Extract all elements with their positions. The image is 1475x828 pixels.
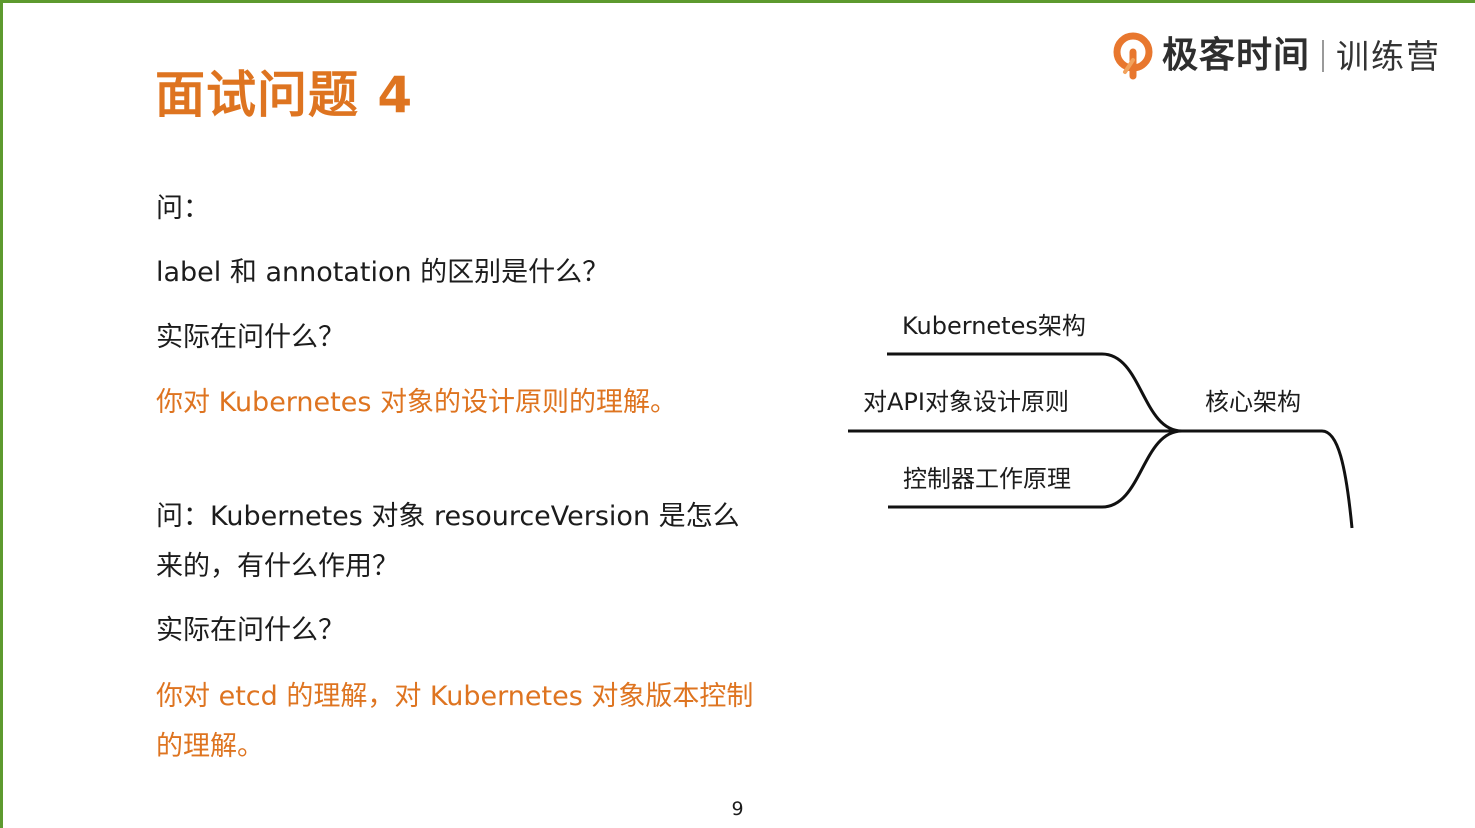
question-1-answer: 你对 Kubernetes 对象的设计原则的理解。 bbox=[156, 387, 678, 418]
branch-controller-principle: 控制器工作原理 bbox=[903, 465, 1071, 493]
center-node-core-architecture: 核心架构 bbox=[1205, 388, 1301, 416]
question-2-answer: 你对 etcd 的理解，对 Kubernetes 对象版本控制的理解。 bbox=[156, 681, 754, 762]
question-1-label: 问： bbox=[156, 193, 210, 224]
branch-kubernetes-architecture: Kubernetes架构 bbox=[902, 312, 1086, 340]
page-number: 9 bbox=[731, 798, 744, 820]
slide-title: 面试问题 4 bbox=[155, 66, 414, 124]
geektime-logo-icon bbox=[1113, 32, 1153, 80]
brand-header: 极客时间 训练营 bbox=[1112, 30, 1441, 82]
branch-api-object-design: 对API对象设计原则 bbox=[863, 388, 1069, 416]
question-1-ask: 实际在问什么？ bbox=[156, 322, 345, 353]
question-2-text: 问：Kubernetes 对象 resourceVersion 是怎么来的，有什… bbox=[156, 501, 740, 582]
brand-divider bbox=[1322, 40, 1325, 72]
brand-name: 极客时间 bbox=[1162, 35, 1311, 76]
brand-subtitle: 训练营 bbox=[1336, 36, 1442, 76]
center-line-core-architecture bbox=[1182, 429, 1354, 529]
question-1-text: label 和 annotation 的区别是什么？ bbox=[156, 257, 610, 288]
mindmap-diagram: Kubernetes架构 对API对象设计原则 控制器工作原理 核心架构 bbox=[840, 296, 1380, 546]
question-2-ask: 实际在问什么？ bbox=[156, 615, 345, 646]
